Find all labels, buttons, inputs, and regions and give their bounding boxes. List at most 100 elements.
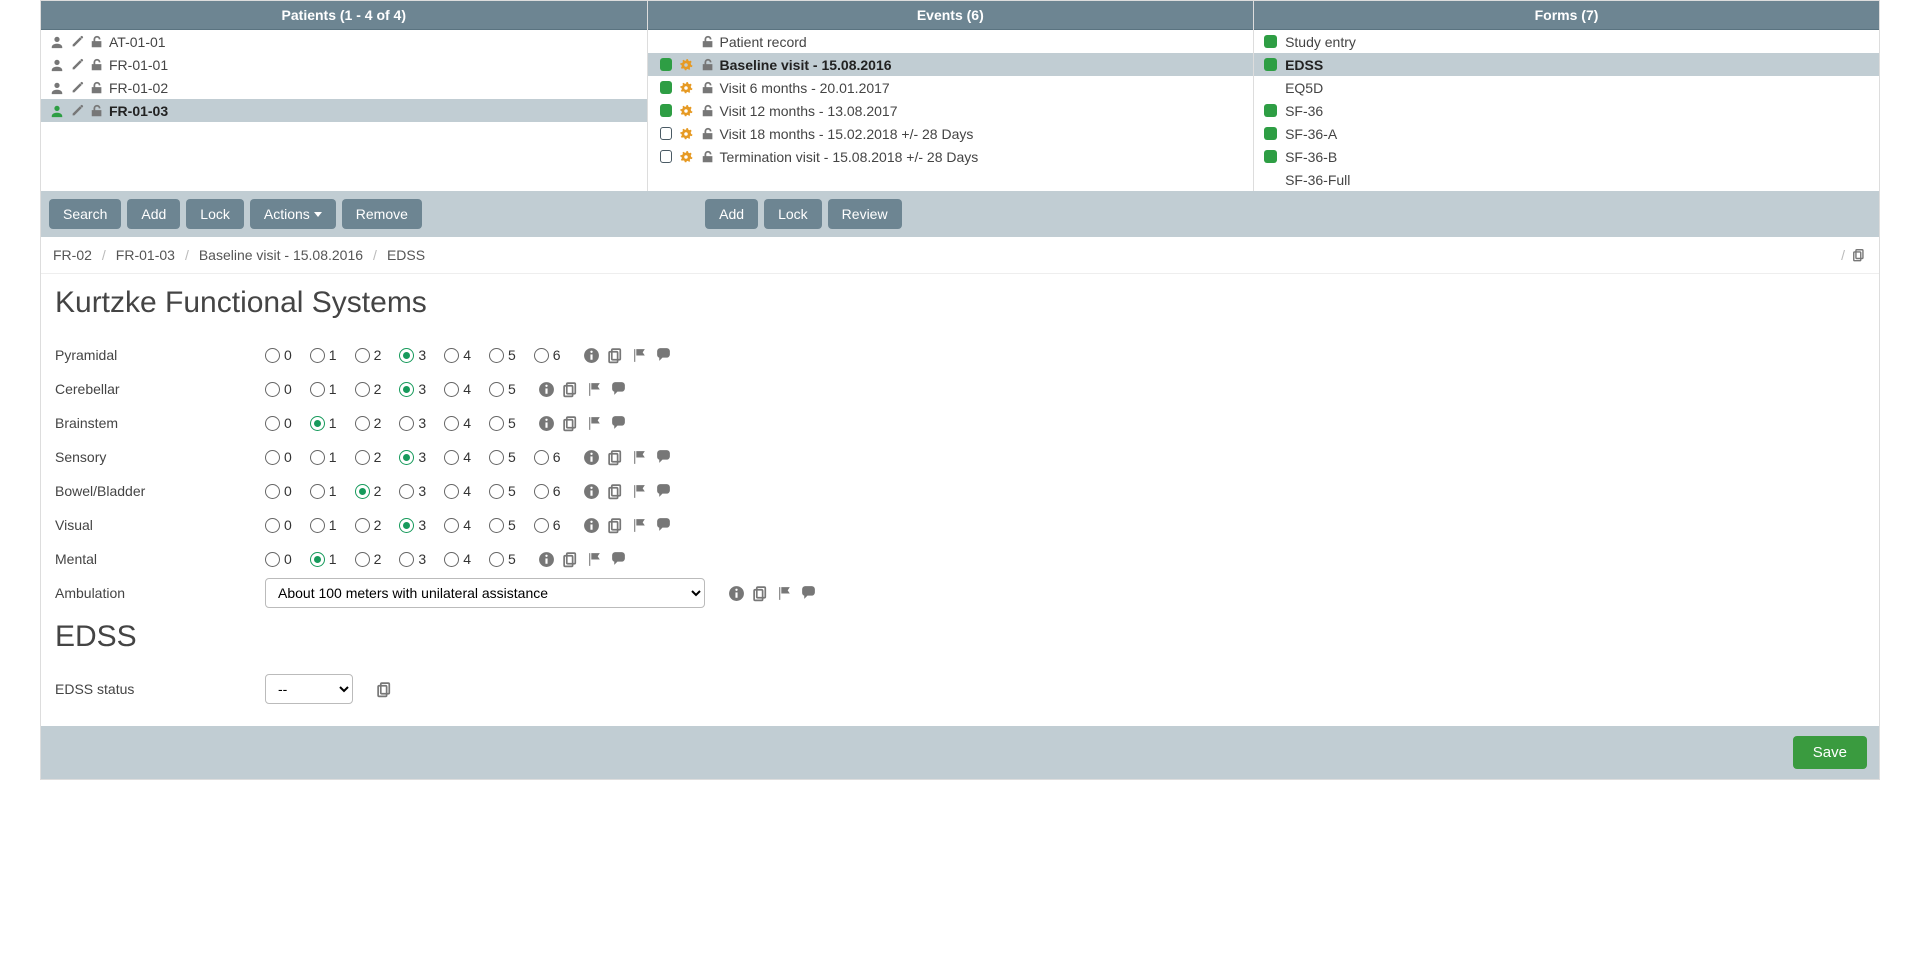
radio-option[interactable]: 0	[265, 415, 292, 431]
radio-option[interactable]: 2	[355, 449, 382, 465]
event-row[interactable]: Patient record	[648, 30, 1254, 53]
info-icon[interactable]	[538, 550, 556, 568]
breadcrumb-item[interactable]: FR-02	[53, 247, 92, 263]
gear-icon[interactable]	[678, 57, 694, 73]
comment-icon[interactable]	[610, 550, 628, 568]
radio-option[interactable]: 2	[355, 347, 382, 363]
info-icon[interactable]	[538, 414, 556, 432]
radio-option[interactable]: 3	[399, 517, 426, 533]
lock-open-icon[interactable]	[700, 103, 716, 119]
radio-option[interactable]: 4	[444, 517, 471, 533]
lock-open-icon[interactable]	[700, 126, 716, 142]
form-row[interactable]: Study entry	[1254, 30, 1879, 53]
radio-option[interactable]: 4	[444, 415, 471, 431]
copy-icon[interactable]	[375, 680, 393, 698]
patient-row[interactable]: FR-01-03	[41, 99, 647, 122]
radio-option[interactable]: 0	[265, 347, 292, 363]
add-patient-button[interactable]: Add	[127, 199, 180, 229]
event-row[interactable]: Baseline visit - 15.08.2016	[648, 53, 1254, 76]
radio-option[interactable]: 0	[265, 449, 292, 465]
copy-icon[interactable]	[607, 482, 625, 500]
radio-option[interactable]: 5	[489, 347, 516, 363]
flag-icon[interactable]	[775, 584, 793, 602]
radio-option[interactable]: 5	[489, 517, 516, 533]
copy-icon[interactable]	[562, 380, 580, 398]
radio-option[interactable]: 1	[310, 551, 337, 567]
pencil-icon[interactable]	[69, 34, 85, 50]
flag-icon[interactable]	[631, 346, 649, 364]
form-row[interactable]: SF-36-Full	[1254, 168, 1879, 191]
radio-option[interactable]: 4	[444, 551, 471, 567]
pencil-icon[interactable]	[69, 57, 85, 73]
copy-icon[interactable]	[607, 346, 625, 364]
radio-option[interactable]: 0	[265, 483, 292, 499]
lock-open-icon[interactable]	[89, 57, 105, 73]
ambulation-select[interactable]: About 100 meters with unilateral assista…	[265, 578, 705, 608]
lock-open-icon[interactable]	[700, 149, 716, 165]
comment-icon[interactable]	[655, 346, 673, 364]
copy-icon[interactable]	[607, 448, 625, 466]
pencil-icon[interactable]	[69, 80, 85, 96]
comment-icon[interactable]	[610, 414, 628, 432]
form-row[interactable]: EQ5D	[1254, 76, 1879, 99]
radio-option[interactable]: 6	[534, 483, 561, 499]
radio-option[interactable]: 4	[444, 381, 471, 397]
radio-option[interactable]: 1	[310, 449, 337, 465]
radio-option[interactable]: 2	[355, 483, 382, 499]
info-icon[interactable]	[538, 380, 556, 398]
copy-icon[interactable]	[562, 550, 580, 568]
copy-icon[interactable]	[562, 414, 580, 432]
event-row[interactable]: Visit 6 months - 20.01.2017	[648, 76, 1254, 99]
radio-option[interactable]: 2	[355, 517, 382, 533]
flag-icon[interactable]	[586, 414, 604, 432]
info-icon[interactable]	[583, 516, 601, 534]
radio-option[interactable]: 1	[310, 381, 337, 397]
lock-open-icon[interactable]	[700, 80, 716, 96]
radio-option[interactable]: 5	[489, 381, 516, 397]
add-event-button[interactable]: Add	[705, 199, 758, 229]
gear-icon[interactable]	[678, 149, 694, 165]
info-icon[interactable]	[583, 346, 601, 364]
save-button[interactable]: Save	[1793, 736, 1867, 769]
radio-option[interactable]: 1	[310, 483, 337, 499]
radio-option[interactable]: 1	[310, 347, 337, 363]
gear-icon[interactable]	[678, 126, 694, 142]
breadcrumb-item[interactable]: Baseline visit - 15.08.2016	[199, 247, 363, 263]
radio-option[interactable]: 3	[399, 551, 426, 567]
form-row[interactable]: SF-36-B	[1254, 145, 1879, 168]
radio-option[interactable]: 2	[355, 551, 382, 567]
info-icon[interactable]	[583, 448, 601, 466]
flag-icon[interactable]	[586, 380, 604, 398]
patient-row[interactable]: FR-01-02	[41, 76, 647, 99]
edss-status-select[interactable]: --	[265, 674, 353, 704]
radio-option[interactable]: 3	[399, 449, 426, 465]
flag-icon[interactable]	[631, 482, 649, 500]
lock-open-icon[interactable]	[89, 80, 105, 96]
lock-patient-button[interactable]: Lock	[186, 199, 244, 229]
remove-patient-button[interactable]: Remove	[342, 199, 422, 229]
copy-icon[interactable]	[607, 516, 625, 534]
radio-option[interactable]: 4	[444, 483, 471, 499]
gear-icon[interactable]	[678, 80, 694, 96]
lock-open-icon[interactable]	[700, 34, 716, 50]
radio-option[interactable]: 0	[265, 381, 292, 397]
form-row[interactable]: EDSS	[1254, 53, 1879, 76]
comment-icon[interactable]	[655, 516, 673, 534]
flag-icon[interactable]	[586, 550, 604, 568]
form-row[interactable]: SF-36	[1254, 99, 1879, 122]
radio-option[interactable]: 5	[489, 551, 516, 567]
form-row[interactable]: SF-36-A	[1254, 122, 1879, 145]
radio-option[interactable]: 2	[355, 381, 382, 397]
review-event-button[interactable]: Review	[828, 199, 902, 229]
lock-open-icon[interactable]	[700, 57, 716, 73]
info-icon[interactable]	[583, 482, 601, 500]
radio-option[interactable]: 1	[310, 517, 337, 533]
actions-dropdown[interactable]: Actions	[250, 199, 336, 229]
radio-option[interactable]: 6	[534, 517, 561, 533]
comment-icon[interactable]	[655, 448, 673, 466]
comment-icon[interactable]	[655, 482, 673, 500]
comment-icon[interactable]	[799, 584, 817, 602]
breadcrumb-item[interactable]: FR-01-03	[116, 247, 175, 263]
radio-option[interactable]: 3	[399, 381, 426, 397]
comment-icon[interactable]	[610, 380, 628, 398]
